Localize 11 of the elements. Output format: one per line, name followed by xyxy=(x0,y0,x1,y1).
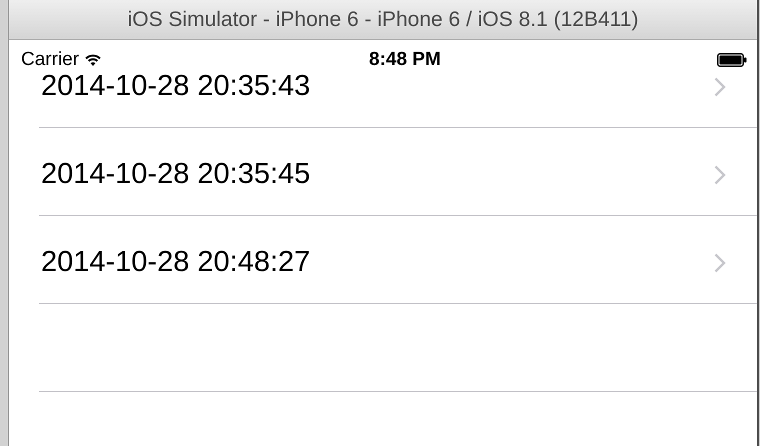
row-label[interactable]: 2014-10-28 20:35:45 xyxy=(41,158,310,191)
window-title: iOS Simulator - iPhone 6 - iPhone 6 / iOS 8.1 (12B411) xyxy=(128,8,638,32)
chevron-icon xyxy=(714,76,726,96)
chevron-icon xyxy=(714,164,726,184)
battery-icon xyxy=(717,53,747,67)
row-label[interactable]: 2014-10-28 20:48:27 xyxy=(41,246,310,279)
carrier-label: Carrier xyxy=(21,49,80,71)
chevron-icon xyxy=(714,252,726,272)
wifi-icon xyxy=(85,54,102,66)
status-time: 8:48 PM xyxy=(369,49,441,71)
row-label[interactable]: 2014-10-28 20:35:43 xyxy=(41,70,310,103)
